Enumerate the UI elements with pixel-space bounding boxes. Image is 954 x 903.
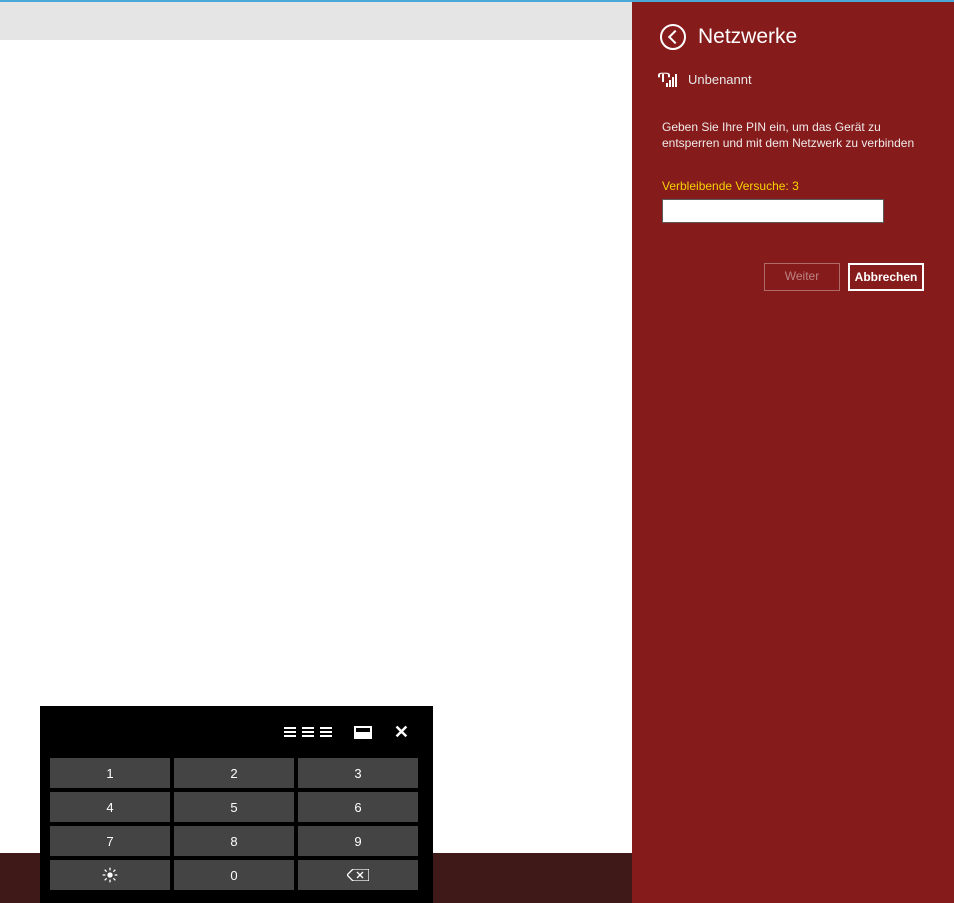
cancel-button[interactable]: Abbrechen xyxy=(848,263,924,291)
key-8[interactable]: 8 xyxy=(174,826,294,856)
arrow-left-icon xyxy=(667,30,681,44)
keyboard-dock-icon[interactable] xyxy=(354,726,372,739)
button-row: Weiter Abbrechen xyxy=(632,223,954,291)
close-icon[interactable]: ✕ xyxy=(394,723,409,741)
next-button[interactable]: Weiter xyxy=(764,263,840,291)
keypad-grid: 1 2 3 4 5 6 7 8 9 0 xyxy=(40,758,433,900)
browser-tabbar-placeholder xyxy=(0,2,632,40)
pin-instruction: Geben Sie Ihre PIN ein, um das Gerät zu … xyxy=(632,87,954,151)
network-name: Unbenannt xyxy=(688,72,752,87)
key-4[interactable]: 4 xyxy=(50,792,170,822)
back-button[interactable] xyxy=(660,24,686,50)
key-2[interactable]: 2 xyxy=(174,758,294,788)
key-6[interactable]: 6 xyxy=(298,792,418,822)
cellular-signal-icon xyxy=(660,73,678,87)
key-1[interactable]: 1 xyxy=(50,758,170,788)
key-7[interactable]: 7 xyxy=(50,826,170,856)
networks-title: Netzwerke xyxy=(698,25,797,49)
keyboard-layout-icon[interactable] xyxy=(284,727,332,737)
pin-input[interactable] xyxy=(662,199,884,223)
keypad-toolbar: ✕ xyxy=(40,706,433,758)
key-9[interactable]: 9 xyxy=(298,826,418,856)
key-0[interactable]: 0 xyxy=(174,860,294,890)
touch-keypad: ✕ 1 2 3 4 5 6 7 8 9 0 xyxy=(40,706,433,903)
brightness-icon xyxy=(102,867,118,883)
networks-header: Netzwerke xyxy=(632,2,954,50)
network-item[interactable]: Unbenannt xyxy=(632,50,954,87)
key-brightness[interactable] xyxy=(50,860,170,890)
backspace-icon xyxy=(347,869,369,881)
key-5[interactable]: 5 xyxy=(174,792,294,822)
key-backspace[interactable] xyxy=(298,860,418,890)
networks-panel: Netzwerke Unbenannt Geben Sie Ihre PIN e… xyxy=(632,2,954,903)
attempts-remaining: Verbleibende Versuche: 3 xyxy=(632,151,954,199)
key-3[interactable]: 3 xyxy=(298,758,418,788)
